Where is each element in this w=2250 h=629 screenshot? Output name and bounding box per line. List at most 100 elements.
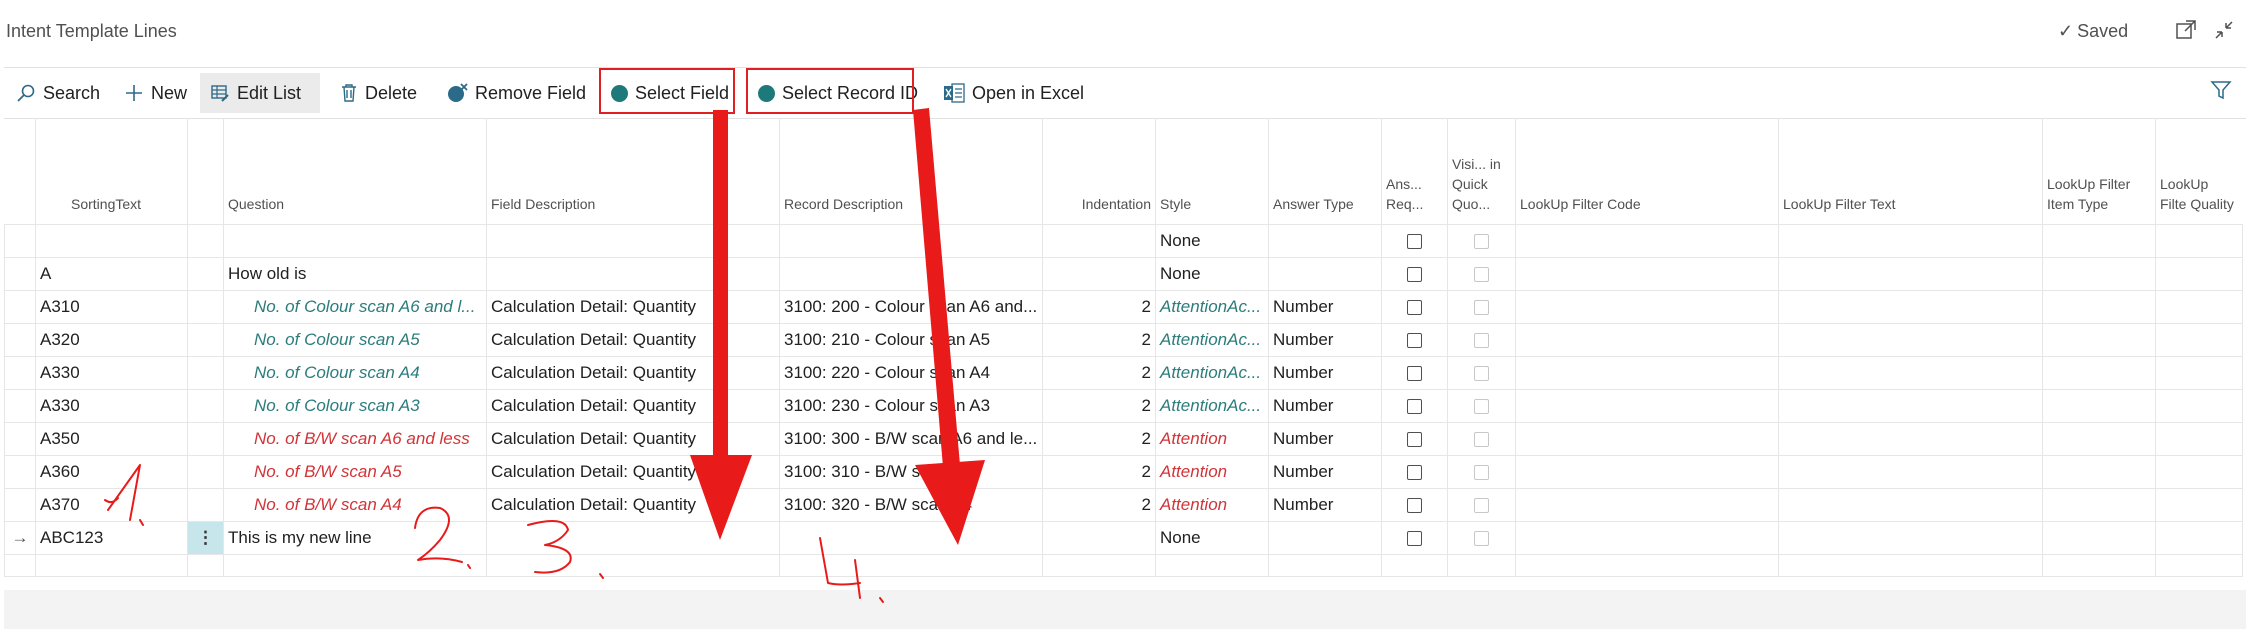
cell-lookup-filter-text[interactable] bbox=[1778, 223, 2043, 258]
cell-answer-type[interactable]: Number bbox=[1268, 355, 1382, 390]
table-row[interactable]: A320 No. of Colour scan A5 Calculation Det… bbox=[4, 322, 2243, 357]
table-row-empty[interactable] bbox=[4, 553, 2243, 577]
table-row[interactable]: A370 No. of B/W scan A4 Calculation Detail… bbox=[4, 487, 2243, 522]
cell-answer-type[interactable] bbox=[1268, 223, 1382, 258]
answer-required-checkbox[interactable] bbox=[1407, 266, 1422, 282]
cell-style[interactable]: AttentionAc... bbox=[1155, 388, 1269, 423]
empty-cell[interactable] bbox=[486, 553, 780, 577]
cell-sortingtext[interactable] bbox=[35, 223, 188, 258]
table-row[interactable]: None bbox=[4, 223, 2243, 258]
cell-visible-quick-quote[interactable] bbox=[1447, 388, 1516, 423]
cell-question[interactable]: No. of Colour scan A5 bbox=[223, 322, 487, 357]
cell-sortingtext[interactable]: A310 bbox=[35, 289, 188, 324]
cell-ans-req[interactable] bbox=[1381, 520, 1448, 555]
cell-visible-quick-quote[interactable] bbox=[1447, 355, 1516, 390]
table-row[interactable]: A How old is None bbox=[4, 256, 2243, 291]
cell-style[interactable]: None bbox=[1155, 223, 1269, 258]
empty-cell[interactable] bbox=[1381, 553, 1448, 577]
column-header-indentation[interactable]: Indentation bbox=[1042, 118, 1156, 224]
empty-cell[interactable] bbox=[187, 553, 224, 577]
cell-ans-req[interactable] bbox=[1381, 322, 1448, 357]
column-header-lookup-filter-item-type[interactable]: LookUp Filter Item Type bbox=[2042, 118, 2156, 224]
cell-visible-quick-quote[interactable] bbox=[1447, 223, 1516, 258]
open-in-new-window-icon[interactable] bbox=[2174, 18, 2198, 42]
cell-lookup-filter-quality[interactable] bbox=[2155, 322, 2243, 357]
cell-question[interactable]: How old is bbox=[223, 256, 487, 291]
cell-lookup-filter-quality[interactable] bbox=[2155, 289, 2243, 324]
cell-lookup-filter-text[interactable] bbox=[1778, 256, 2043, 291]
cell-question[interactable]: No. of B/W scan A4 bbox=[223, 487, 487, 522]
filter-icon[interactable] bbox=[2210, 79, 2232, 101]
cell-visible-quick-quote[interactable] bbox=[1447, 520, 1516, 555]
column-header-visible-quick-quote[interactable]: Visi... in Quick Quo... bbox=[1447, 118, 1516, 224]
cell-field-description[interactable]: Calculation Detail: Quantity bbox=[486, 289, 780, 324]
search-button[interactable]: Search bbox=[6, 73, 110, 113]
cell-lookup-filter-quality[interactable] bbox=[2155, 256, 2243, 291]
cell-sortingtext[interactable]: A330 bbox=[35, 355, 188, 390]
cell-field-description[interactable]: Calculation Detail: Quantity bbox=[486, 454, 780, 489]
empty-cell[interactable] bbox=[35, 553, 188, 577]
cell-style[interactable]: AttentionAc... bbox=[1155, 355, 1269, 390]
empty-cell[interactable] bbox=[1778, 553, 2043, 577]
cell-lookup-filter-item-type[interactable] bbox=[2042, 223, 2156, 258]
empty-cell[interactable] bbox=[1042, 553, 1156, 577]
cell-visible-quick-quote[interactable] bbox=[1447, 256, 1516, 291]
cell-field-description[interactable] bbox=[486, 223, 780, 258]
answer-required-checkbox[interactable] bbox=[1407, 332, 1422, 348]
cell-visible-quick-quote[interactable] bbox=[1447, 322, 1516, 357]
cell-lookup-filter-text[interactable] bbox=[1778, 487, 2043, 522]
cell-lookup-filter-item-type[interactable] bbox=[2042, 454, 2156, 489]
cell-indentation[interactable]: 2 bbox=[1042, 454, 1156, 489]
cell-record-description[interactable]: 3100: 200 - Colour scan A6 and... bbox=[779, 289, 1043, 324]
cell-lookup-filter-text[interactable] bbox=[1778, 454, 2043, 489]
cell-visible-quick-quote[interactable] bbox=[1447, 487, 1516, 522]
cell-style[interactable]: None bbox=[1155, 256, 1269, 291]
cell-lookup-filter-code[interactable] bbox=[1515, 454, 1779, 489]
cell-answer-type[interactable]: Number bbox=[1268, 454, 1382, 489]
cell-lookup-filter-quality[interactable] bbox=[2155, 421, 2243, 456]
cell-indentation[interactable] bbox=[1042, 256, 1156, 291]
table-row[interactable]: A310 No. of Colour scan A6 and l... Calcul… bbox=[4, 289, 2243, 324]
cell-indentation[interactable]: 2 bbox=[1042, 289, 1156, 324]
cell-ans-req[interactable] bbox=[1381, 388, 1448, 423]
cell-record-description[interactable]: 3100: 300 - B/W scan A6 and le... bbox=[779, 421, 1043, 456]
cell-record-description[interactable] bbox=[779, 256, 1043, 291]
cell-answer-type[interactable]: Number bbox=[1268, 388, 1382, 423]
cell-lookup-filter-code[interactable] bbox=[1515, 487, 1779, 522]
cell-visible-quick-quote[interactable] bbox=[1447, 289, 1516, 324]
cell-style[interactable]: Attention bbox=[1155, 487, 1269, 522]
cell-lookup-filter-text[interactable] bbox=[1778, 388, 2043, 423]
answer-required-checkbox[interactable] bbox=[1407, 431, 1422, 447]
cell-question[interactable]: No. of Colour scan A3 bbox=[223, 388, 487, 423]
cell-field-description[interactable]: Calculation Detail: Quantity bbox=[486, 388, 780, 423]
answer-required-checkbox[interactable] bbox=[1407, 299, 1422, 315]
cell-answer-type[interactable] bbox=[1268, 256, 1382, 291]
cell-record-description[interactable] bbox=[779, 520, 1043, 555]
cell-question[interactable]: No. of Colour scan A4 bbox=[223, 355, 487, 390]
table-row[interactable]: A350 No. of B/W scan A6 and less Calculati… bbox=[4, 421, 2243, 456]
empty-cell[interactable] bbox=[223, 553, 487, 577]
table-row[interactable]: A330 No. of Colour scan A4 Calculation Det… bbox=[4, 355, 2243, 390]
cell-indentation[interactable] bbox=[1042, 520, 1156, 555]
column-header-lookup-filter-text[interactable]: LookUp Filter Text bbox=[1778, 118, 2043, 224]
cell-field-description[interactable] bbox=[486, 256, 780, 291]
answer-required-checkbox[interactable] bbox=[1407, 233, 1422, 249]
cell-ans-req[interactable] bbox=[1381, 421, 1448, 456]
cell-ans-req[interactable] bbox=[1381, 487, 1448, 522]
cell-answer-type[interactable]: Number bbox=[1268, 487, 1382, 522]
cell-lookup-filter-text[interactable] bbox=[1778, 322, 2043, 357]
cell-field-description[interactable]: Calculation Detail: Quantity bbox=[486, 421, 780, 456]
table-row[interactable]: → ABC123 ⋮ This is my new line None bbox=[4, 520, 2243, 555]
table-row[interactable]: A360 No. of B/W scan A5 Calculation Detail… bbox=[4, 454, 2243, 489]
answer-required-checkbox[interactable] bbox=[1407, 530, 1422, 546]
cell-sortingtext[interactable]: A350 bbox=[35, 421, 188, 456]
cell-record-description[interactable]: 3100: 210 - Colour scan A5 bbox=[779, 322, 1043, 357]
answer-required-checkbox[interactable] bbox=[1407, 497, 1422, 513]
answer-required-checkbox[interactable] bbox=[1407, 365, 1422, 381]
cell-style[interactable]: Attention bbox=[1155, 421, 1269, 456]
cell-record-description[interactable]: 3100: 230 - Colour scan A3 bbox=[779, 388, 1043, 423]
cell-lookup-filter-text[interactable] bbox=[1778, 355, 2043, 390]
cell-sortingtext[interactable]: A320 bbox=[35, 322, 188, 357]
cell-lookup-filter-code[interactable] bbox=[1515, 256, 1779, 291]
cell-field-description[interactable]: Calculation Detail: Quantity bbox=[486, 355, 780, 390]
